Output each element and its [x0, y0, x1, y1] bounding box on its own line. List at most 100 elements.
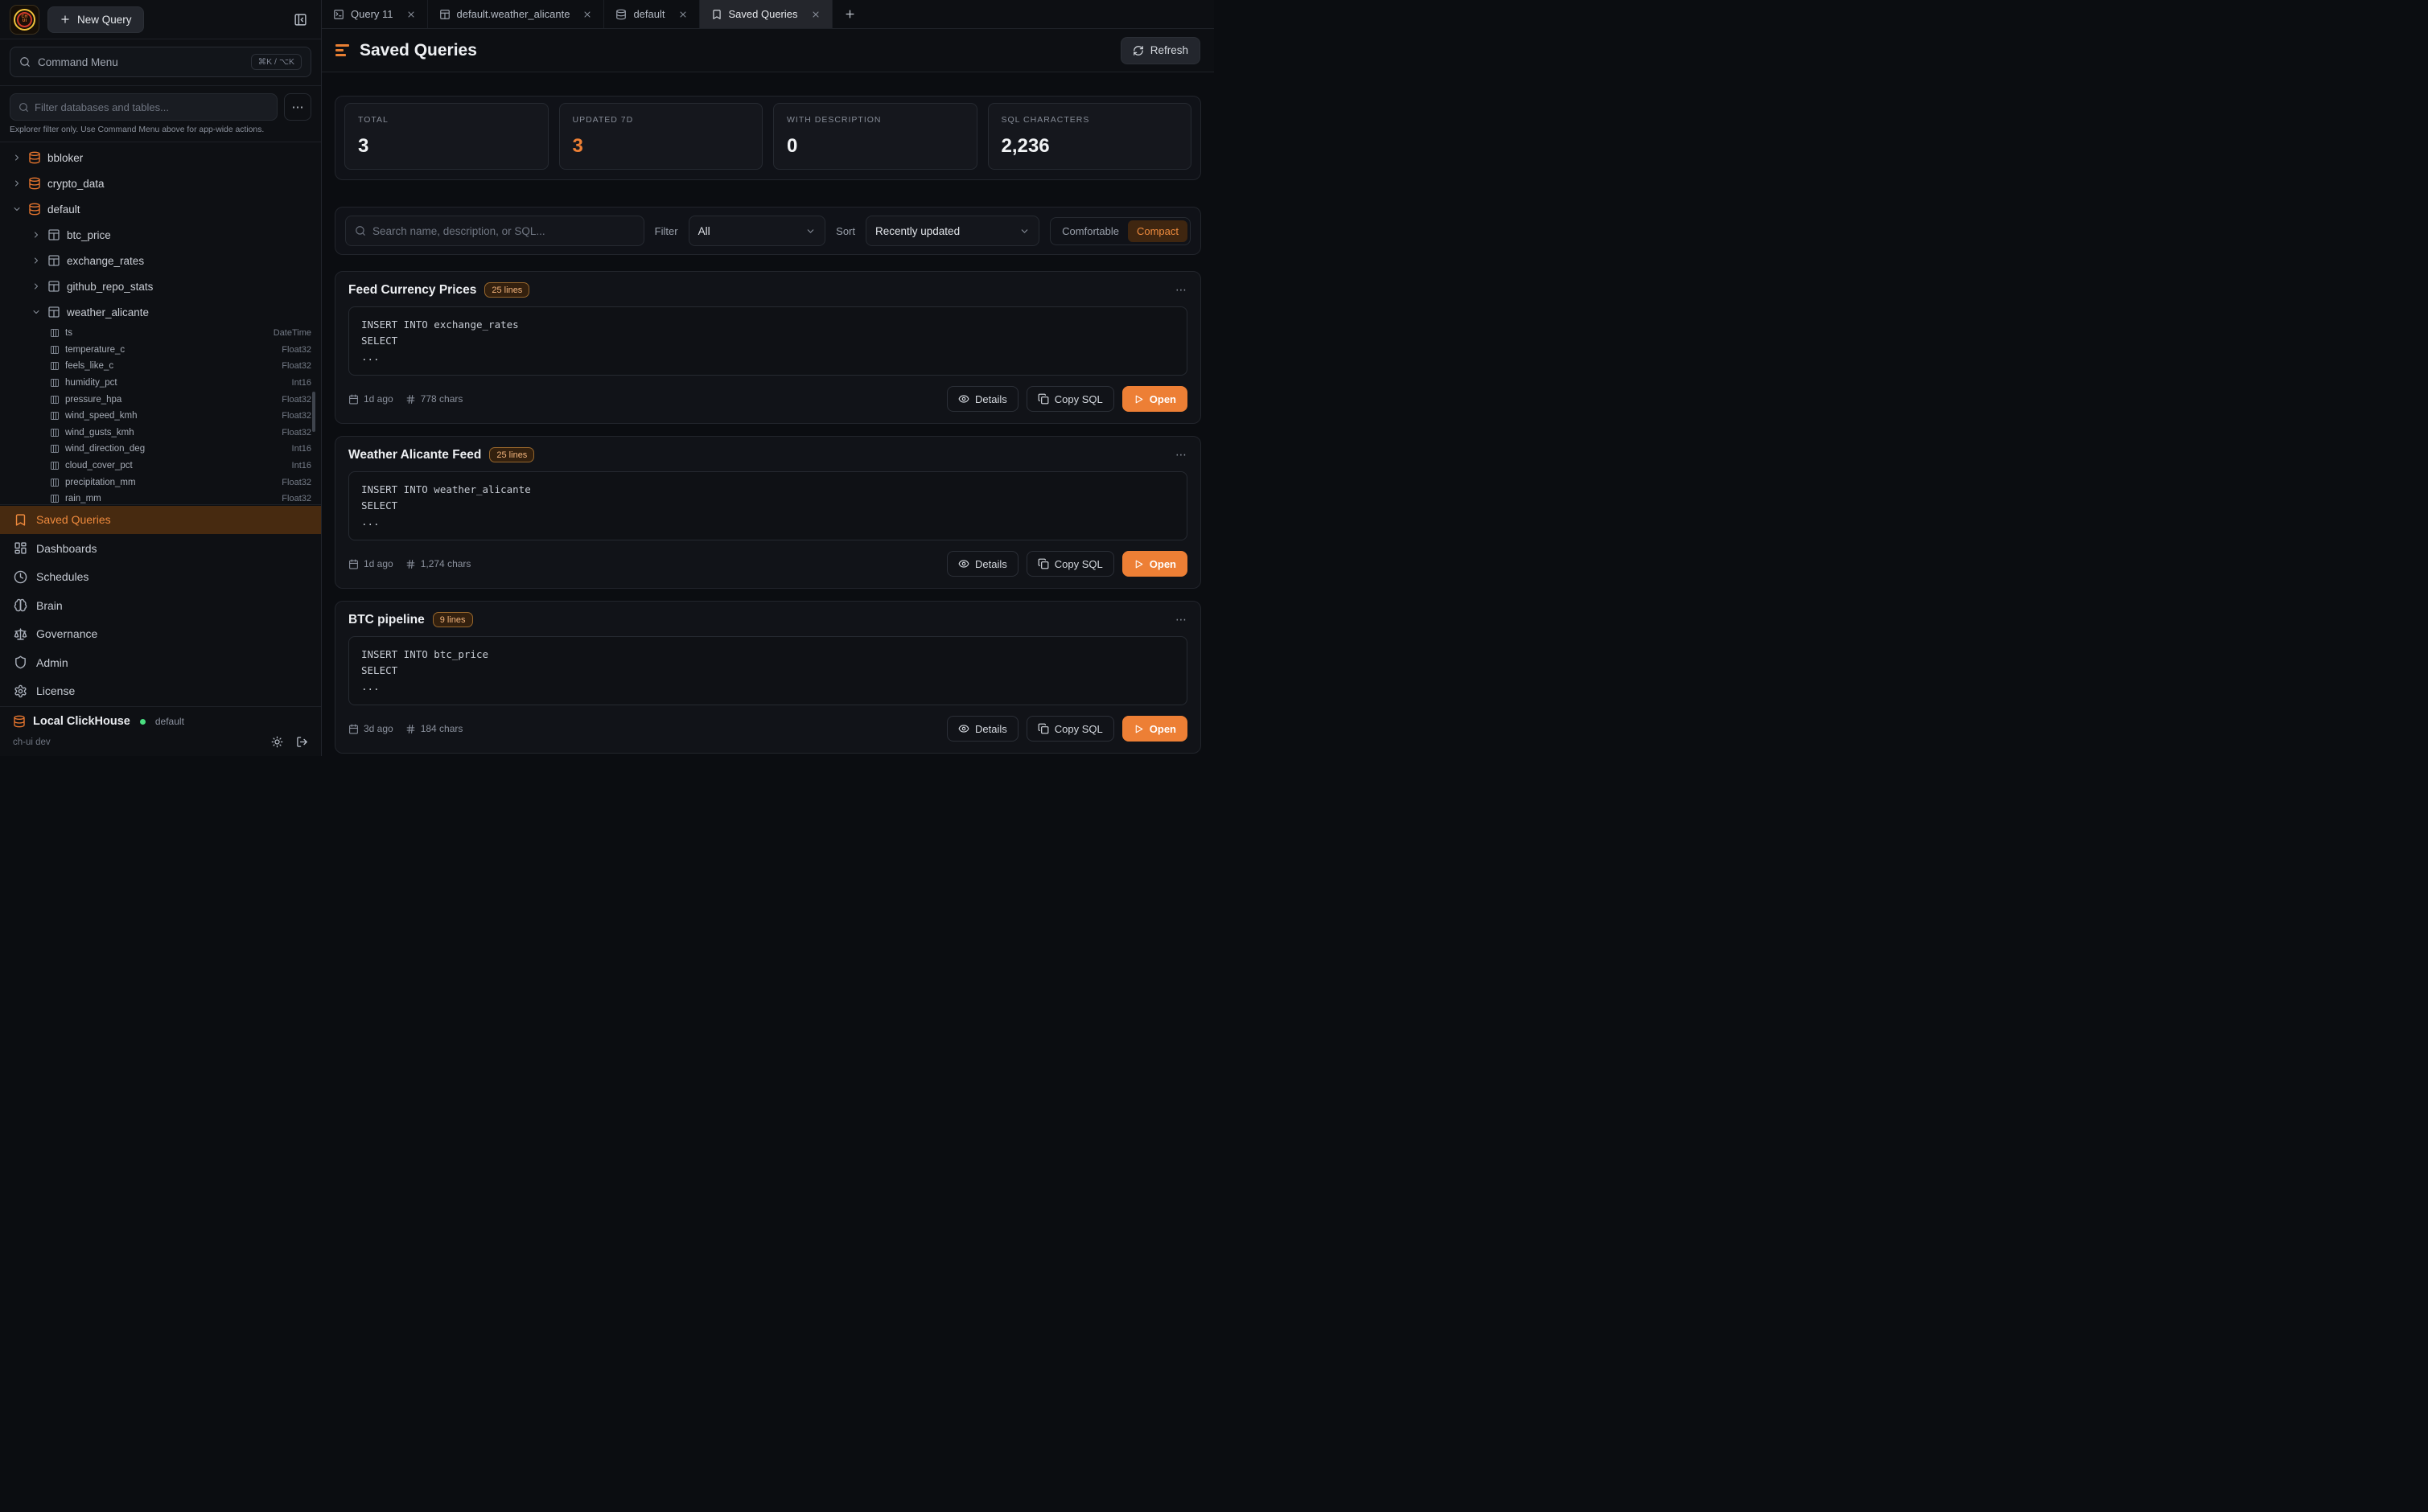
logo-line2: UI	[23, 18, 27, 23]
tree-column-ts[interactable]: ts DateTime	[0, 325, 321, 342]
tree-column-precipitation-mm[interactable]: precipitation_mm Float32	[0, 474, 321, 491]
close-tab-icon[interactable]	[678, 10, 688, 19]
database-explorer-tree: bbloker crypto_data default btc_price ex	[0, 142, 321, 504]
calendar-icon	[348, 724, 359, 734]
tree-table-github-repo-stats[interactable]: github_repo_stats	[0, 273, 321, 299]
eye-icon	[958, 723, 969, 734]
details-button[interactable]: Details	[947, 716, 1019, 742]
tree-table-btc-price[interactable]: btc_price	[0, 222, 321, 248]
tree-column-rain-mm[interactable]: rain_mm Float32	[0, 491, 321, 504]
collapse-sidebar-button[interactable]	[289, 8, 311, 31]
open-button[interactable]: Open	[1122, 551, 1187, 577]
copy-icon	[1038, 723, 1049, 734]
new-query-button[interactable]: New Query	[47, 6, 144, 33]
tree-column-temperature-c[interactable]: temperature_c Float32	[0, 342, 321, 359]
database-icon	[28, 151, 41, 164]
explorer-filter-input[interactable]	[35, 101, 269, 113]
tree-table-weather-alicante[interactable]: weather_alicante	[0, 299, 321, 325]
stats-panel: TOTAL 3 UPDATED 7D 3 WITH DESCRIPTION 0 …	[335, 96, 1201, 180]
hash-icon	[405, 724, 416, 734]
stat-updated-7d-value: 3	[573, 135, 750, 158]
stat-with-description: WITH DESCRIPTION 0	[773, 103, 977, 170]
sql-line: ...	[361, 679, 1175, 695]
tree-database-default[interactable]: default	[0, 196, 321, 222]
column-type: Int16	[292, 378, 311, 388]
chevron-right-icon	[12, 179, 22, 188]
sidebar-item-saved-queries[interactable]: Saved Queries	[0, 506, 321, 535]
tree-table-exchange-rates[interactable]: exchange_rates	[0, 248, 321, 273]
lines-badge: 25 lines	[484, 282, 529, 298]
ellipsis-icon: ⋯	[292, 100, 304, 114]
tab-default-weather-alicante[interactable]: default.weather_alicante	[428, 0, 605, 28]
query-search-input[interactable]	[372, 225, 635, 237]
refresh-button[interactable]: Refresh	[1121, 37, 1200, 64]
command-menu-button[interactable]: Command Menu ⌘K / ⌥K	[10, 47, 311, 77]
play-icon	[1134, 394, 1144, 405]
chevron-down-icon	[31, 307, 41, 317]
tree-column-feels-like-c[interactable]: feels_like_c Float32	[0, 358, 321, 375]
theme-toggle-sun-icon[interactable]	[271, 736, 283, 748]
columns-icon	[50, 361, 60, 371]
tab-saved-queries[interactable]: Saved Queries	[700, 0, 833, 28]
card-menu-icon[interactable]: ⋯	[1175, 613, 1187, 627]
explorer-more-button[interactable]: ⋯	[284, 93, 311, 121]
tree-database-crypto-data[interactable]: crypto_data	[0, 171, 321, 196]
sidebar-item-schedules[interactable]: Schedules	[0, 563, 321, 592]
tab-default[interactable]: default	[604, 0, 699, 28]
tree-database-bbloker[interactable]: bbloker	[0, 145, 321, 171]
tree-column-pressure-hpa[interactable]: pressure_hpa Float32	[0, 391, 321, 408]
terminal-icon	[333, 9, 344, 20]
tree-column-wind-direction-deg[interactable]: wind_direction_deg Int16	[0, 441, 321, 458]
plus-icon	[844, 8, 856, 20]
tree-column-cloud-cover-pct[interactable]: cloud_cover_pct Int16	[0, 458, 321, 475]
sidebar-item-dashboards[interactable]: Dashboards	[0, 534, 321, 563]
tab-query-11[interactable]: Query 11	[322, 0, 428, 28]
density-comfortable-option[interactable]: Comfortable	[1053, 220, 1128, 242]
columns-icon	[50, 328, 60, 338]
query-title: BTC pipeline	[348, 613, 425, 627]
sidebar-item-admin[interactable]: Admin	[0, 648, 321, 677]
close-tab-icon[interactable]	[811, 10, 821, 19]
chevron-right-icon	[31, 256, 41, 265]
sidebar-item-license[interactable]: License	[0, 677, 321, 706]
card-menu-icon[interactable]: ⋯	[1175, 448, 1187, 462]
close-tab-icon[interactable]	[582, 10, 592, 19]
copy-sql-button[interactable]: Copy SQL	[1027, 386, 1114, 412]
chevron-right-icon	[31, 230, 41, 240]
open-button[interactable]: Open	[1122, 716, 1187, 742]
chevron-down-icon	[12, 204, 22, 214]
sql-line: INSERT INTO exchange_rates	[361, 317, 1175, 333]
open-button[interactable]: Open	[1122, 386, 1187, 412]
close-tab-icon[interactable]	[406, 10, 416, 19]
new-tab-button[interactable]	[833, 0, 868, 28]
connection-status[interactable]: Local ClickHouse default	[0, 706, 321, 729]
explorer-filter-field	[10, 93, 278, 121]
copy-sql-button[interactable]: Copy SQL	[1027, 716, 1114, 742]
columns-icon	[50, 345, 60, 355]
tree-column-humidity-pct[interactable]: humidity_pct Int16	[0, 375, 321, 392]
sidebar-item-governance[interactable]: Governance	[0, 620, 321, 649]
query-card-weather-alicante-feed: Weather Alicante Feed 25 lines ⋯ INSERT …	[335, 436, 1201, 589]
calendar-icon	[348, 559, 359, 569]
details-button[interactable]: Details	[947, 386, 1019, 412]
density-compact-option[interactable]: Compact	[1128, 220, 1187, 242]
new-query-label: New Query	[77, 14, 132, 26]
copy-sql-button[interactable]: Copy SQL	[1027, 551, 1114, 577]
logout-icon[interactable]	[296, 736, 308, 748]
tree-scrollbar-thumb[interactable]	[312, 392, 315, 432]
lines-badge: 9 lines	[433, 612, 473, 627]
filter-select[interactable]: All	[689, 216, 826, 246]
logo-outer-ring: CHUI	[14, 9, 35, 31]
details-button[interactable]: Details	[947, 551, 1019, 577]
sort-select[interactable]: Recently updated	[866, 216, 1039, 246]
sidebar-item-brain[interactable]: Brain	[0, 591, 321, 620]
tree-column-wind-speed-kmh[interactable]: wind_speed_kmh Float32	[0, 408, 321, 425]
table-icon	[47, 228, 60, 241]
connection-database: default	[155, 716, 184, 727]
page-header: Saved Queries Refresh	[322, 29, 1214, 72]
card-menu-icon[interactable]: ⋯	[1175, 283, 1187, 297]
columns-icon	[50, 395, 60, 405]
column-type: Float32	[282, 494, 311, 503]
tree-column-wind-gusts-kmh[interactable]: wind_gusts_kmh Float32	[0, 425, 321, 442]
app-logo[interactable]: CHUI	[10, 5, 39, 35]
